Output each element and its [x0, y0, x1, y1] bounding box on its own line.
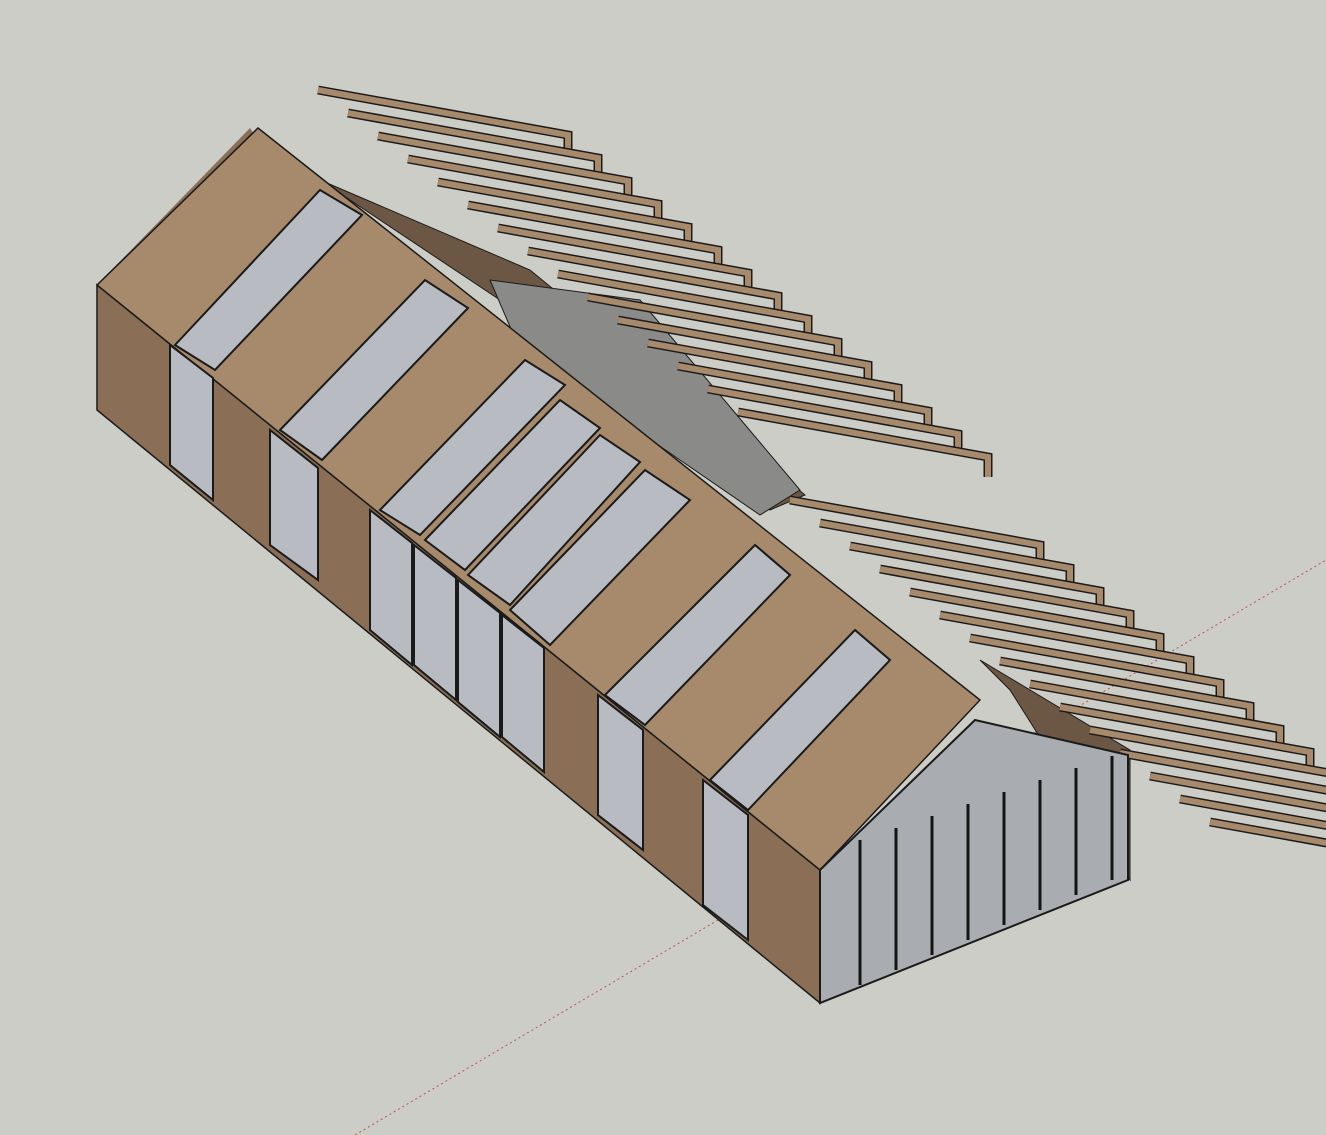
rafter: [1209, 819, 1326, 846]
modeling-viewport[interactable]: [0, 0, 1326, 1135]
model-canvas[interactable]: [0, 0, 1326, 1135]
